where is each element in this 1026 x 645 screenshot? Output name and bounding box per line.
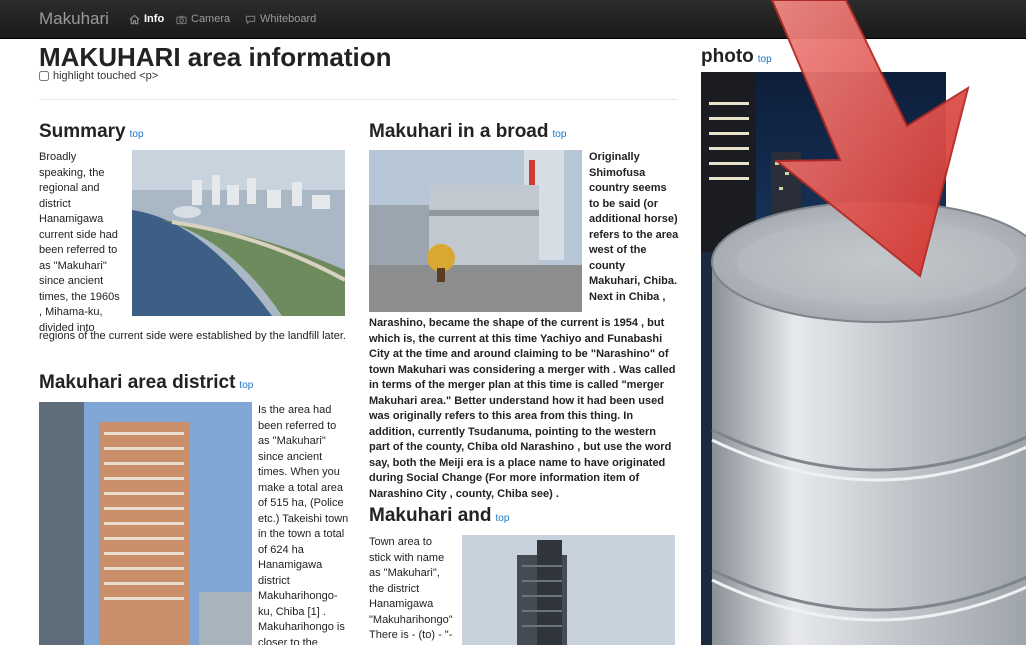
- app-window: Makuhari Info Camera Whiteboard MAKUHARI…: [0, 0, 1026, 645]
- down-arrow-icon: [770, 0, 970, 278]
